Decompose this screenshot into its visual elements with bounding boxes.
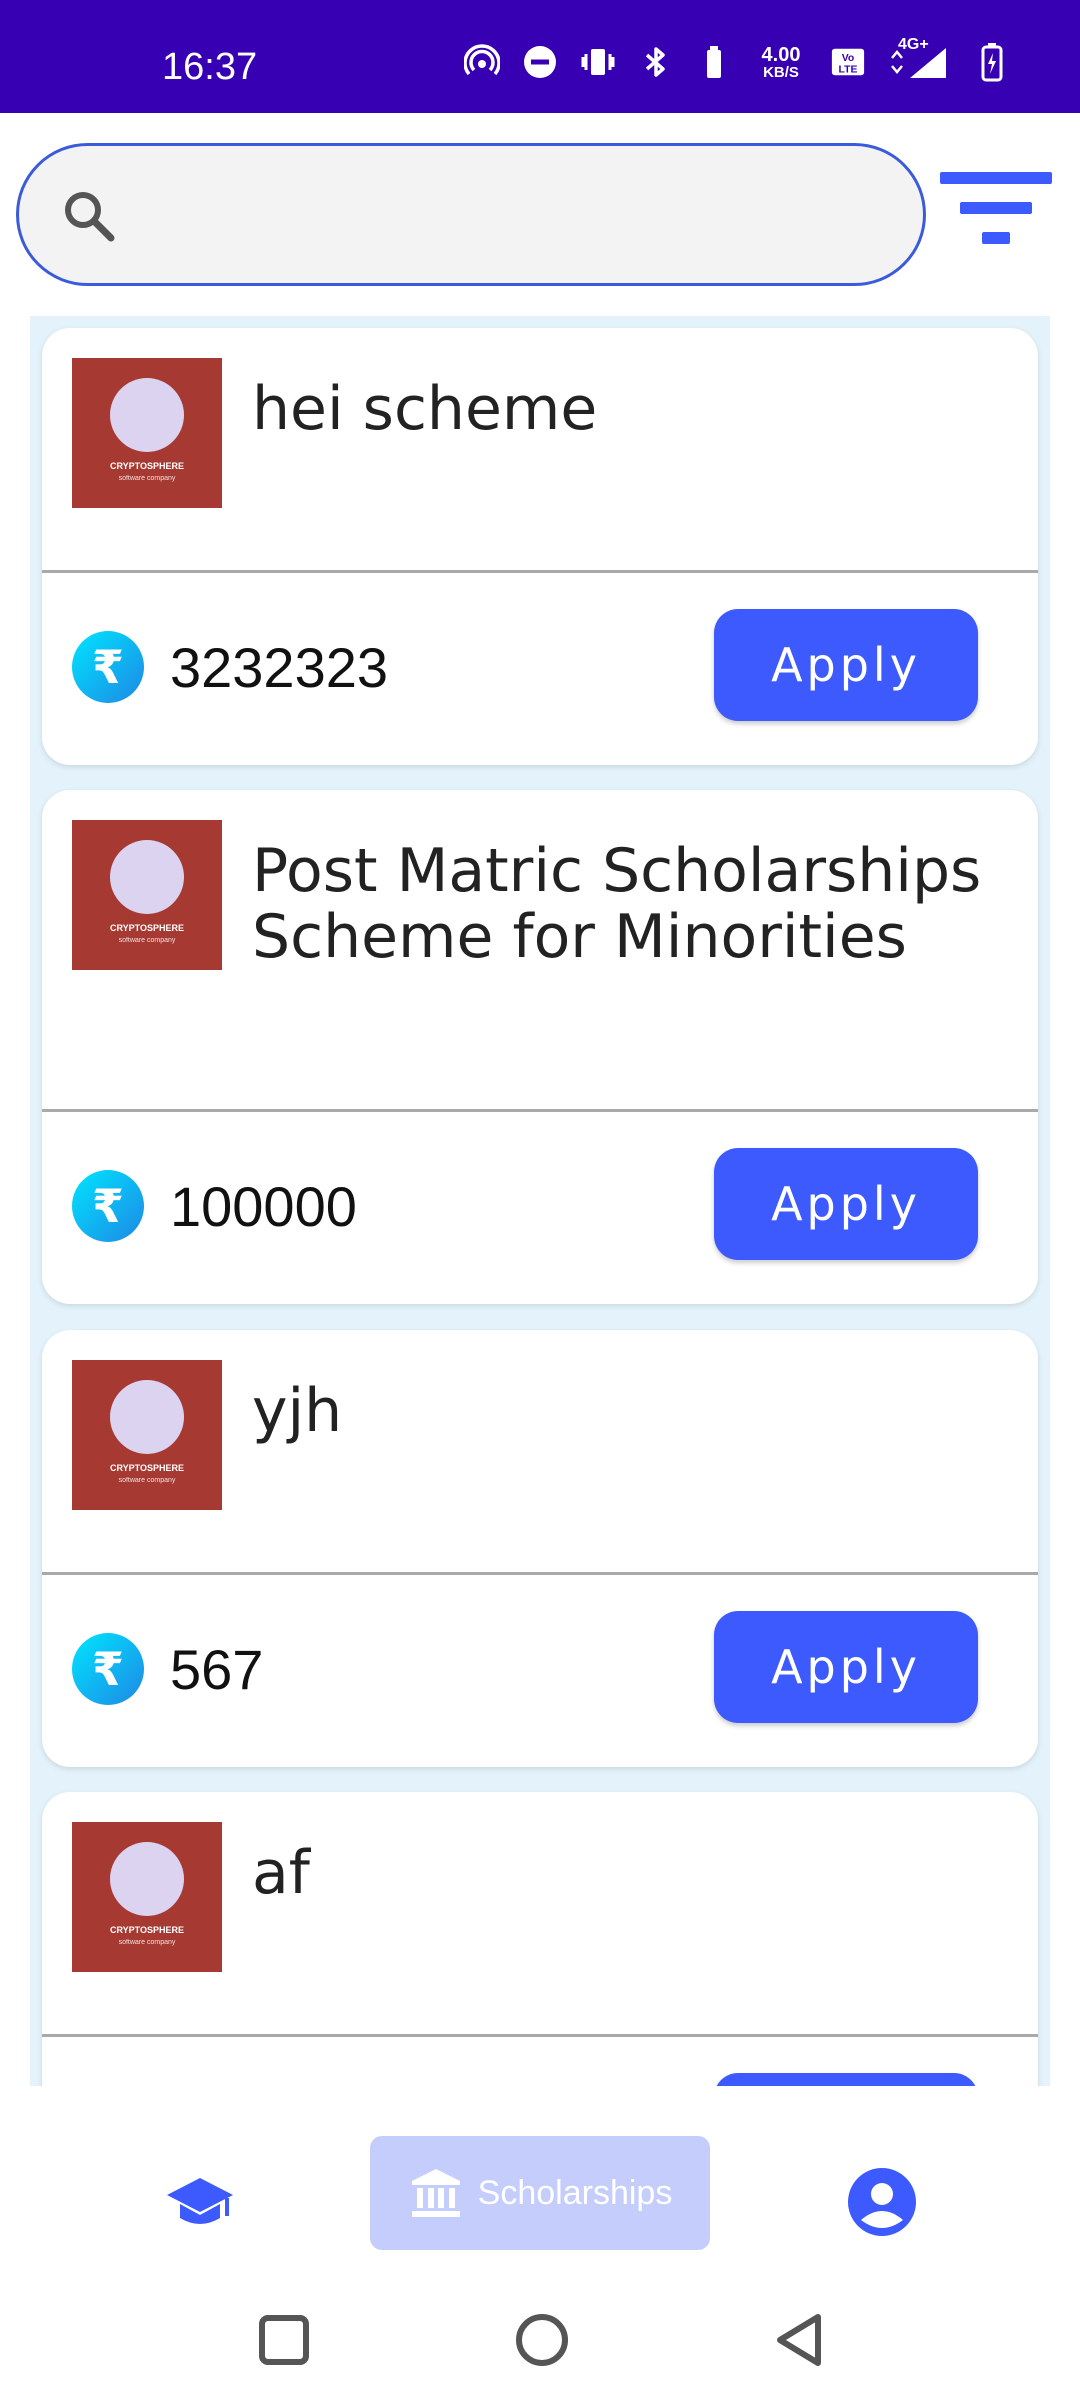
logo-subtext: software company xyxy=(118,937,176,944)
scheme-title: hei scheme xyxy=(252,374,598,444)
company-logo: CRYPTOSPHERE software company xyxy=(72,358,222,508)
status-icons: 4.00 KB/S Vo LTE 4G+ xyxy=(464,36,1010,82)
logo-text: CRYPTOSPHERE xyxy=(109,1463,185,1473)
system-navigation-bar xyxy=(0,2260,1080,2400)
bluetooth-icon xyxy=(638,44,674,80)
apply-button[interactable] xyxy=(714,2073,978,2086)
graduation-cap-icon[interactable] xyxy=(165,2168,235,2238)
card-footer xyxy=(42,2037,1038,2086)
rupee-icon: ₹ xyxy=(72,1170,144,1242)
filter-icon-mid xyxy=(960,202,1032,214)
search-box[interactable] xyxy=(16,143,926,286)
filter-button[interactable] xyxy=(940,168,1052,248)
hotspot-icon xyxy=(464,44,500,80)
logo-circuit-icon xyxy=(110,378,184,452)
scheme-amount: 567 xyxy=(170,1638,264,1701)
card-footer: ₹ 567 Apply xyxy=(42,1575,1038,1767)
search-icon xyxy=(65,192,115,242)
apply-button[interactable]: Apply xyxy=(714,609,978,721)
vibrate-icon xyxy=(580,44,616,80)
card-footer: ₹ 3232323 Apply xyxy=(42,573,1038,765)
logo-text: CRYPTOSPHERE xyxy=(109,923,185,933)
company-logo: CRYPTOSPHERE software company xyxy=(72,820,222,970)
card-header: CRYPTOSPHERE software company yjh xyxy=(42,1330,1038,1575)
speed-value: 4.00 xyxy=(761,43,801,66)
logo-circuit-icon xyxy=(110,1380,184,1454)
logo-subtext: software company xyxy=(118,1477,176,1484)
apply-button[interactable]: Apply xyxy=(714,1148,978,1260)
bank-icon xyxy=(411,2169,460,2217)
filter-icon-bottom xyxy=(982,232,1010,244)
back-icon[interactable] xyxy=(770,2310,830,2370)
tab-scholarships[interactable]: Scholarships xyxy=(370,2136,710,2250)
svg-text:LTE: LTE xyxy=(839,64,858,75)
dnd-icon xyxy=(522,44,558,80)
scholarship-card[interactable]: CRYPTOSPHERE software company hei scheme… xyxy=(42,328,1038,765)
scheme-title: Post Matric Scholarships Scheme for Mino… xyxy=(252,836,982,972)
logo-subtext: software company xyxy=(118,1939,176,1946)
scholarship-card[interactable]: CRYPTOSPHERE software company yjh ₹ 567 … xyxy=(42,1330,1038,1767)
scheme-amount: 3232323 xyxy=(170,636,389,699)
tab-scholarships-label: Scholarships xyxy=(477,2173,673,2212)
company-logo: CRYPTOSPHERE software company xyxy=(72,1360,222,1510)
status-time: 16:37 xyxy=(162,46,258,88)
svg-text:Vo: Vo xyxy=(842,53,855,64)
logo-subtext: software company xyxy=(118,475,176,482)
signal-icon: 4G+ xyxy=(888,36,952,80)
status-bar: 16:37 4.00 KB/S Vo LTE 4G+ xyxy=(0,0,1080,113)
card-footer: ₹ 100000 Apply xyxy=(42,1112,1038,1304)
logo-circuit-icon xyxy=(110,1842,184,1916)
filter-icon xyxy=(940,172,1052,184)
battery-saver-icon xyxy=(696,44,732,80)
scholarship-list[interactable]: CRYPTOSPHERE software company hei scheme… xyxy=(30,316,1050,2086)
speed-indicator: 4.00 KB/S xyxy=(754,44,808,80)
card-header: CRYPTOSPHERE software company Post Matri… xyxy=(42,790,1038,1112)
company-logo: CRYPTOSPHERE software company xyxy=(72,1822,222,1972)
logo-text: CRYPTOSPHERE xyxy=(109,1925,185,1935)
scholarship-card[interactable]: CRYPTOSPHERE software company af xyxy=(42,1792,1038,2086)
rupee-icon: ₹ xyxy=(72,1633,144,1705)
search-input[interactable] xyxy=(129,176,889,256)
volte-icon: Vo LTE xyxy=(830,44,866,80)
card-header: CRYPTOSPHERE software company af xyxy=(42,1792,1038,2037)
scheme-amount: 100000 xyxy=(170,1175,357,1238)
apply-button[interactable]: Apply xyxy=(714,1611,978,1723)
network-type: 4G+ xyxy=(898,36,929,53)
battery-icon xyxy=(974,43,1010,82)
scheme-title: af xyxy=(252,1838,310,1908)
home-icon[interactable] xyxy=(512,2310,572,2370)
recents-icon[interactable] xyxy=(254,2310,314,2370)
logo-circuit-icon xyxy=(110,840,184,914)
card-header: CRYPTOSPHERE software company hei scheme xyxy=(42,328,1038,573)
speed-unit: KB/S xyxy=(763,63,799,81)
logo-text: CRYPTOSPHERE xyxy=(109,461,185,471)
scholarship-card[interactable]: CRYPTOSPHERE software company Post Matri… xyxy=(42,790,1038,1304)
account-icon[interactable] xyxy=(846,2166,918,2238)
rupee-icon: ₹ xyxy=(72,631,144,703)
scheme-title: yjh xyxy=(252,1376,343,1446)
